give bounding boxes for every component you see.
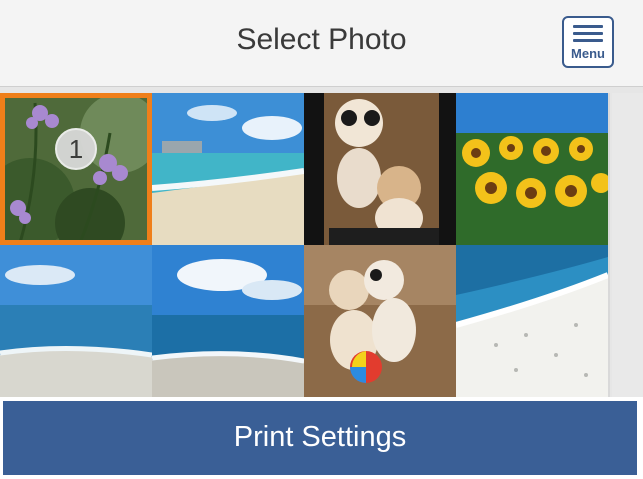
ocean-clouds-photo	[152, 245, 304, 397]
photo-thumbnail-5[interactable]	[0, 245, 152, 397]
beach-photo	[152, 93, 304, 245]
photo-thumbnail-3[interactable]	[304, 93, 456, 245]
photo-grid: 1	[0, 93, 610, 397]
hamburger-icon	[573, 25, 603, 46]
sunflower-photo	[456, 93, 608, 245]
photo-thumbnail-6[interactable]	[152, 245, 304, 397]
photo-thumbnail-7[interactable]	[304, 245, 456, 397]
sand-beach-photo	[456, 245, 608, 397]
puppies-photo	[304, 93, 456, 245]
selection-count-badge: 1	[55, 128, 97, 170]
photo-thumbnail-4[interactable]	[456, 93, 608, 245]
ocean-photo	[0, 245, 152, 397]
menu-button[interactable]: Menu	[562, 16, 614, 68]
photo-thumbnail-1[interactable]: 1	[0, 93, 152, 245]
footer-bar: Print Settings	[0, 397, 643, 479]
puppies-ball-photo	[304, 245, 456, 397]
scrollbar[interactable]	[612, 93, 643, 397]
menu-label: Menu	[571, 46, 605, 61]
photo-thumbnail-2[interactable]	[152, 93, 304, 245]
print-settings-button[interactable]: Print Settings	[3, 401, 637, 475]
page-title: Select Photo	[236, 23, 407, 56]
header-bar: Select Photo Menu	[0, 0, 643, 87]
photo-thumbnail-8[interactable]	[456, 245, 608, 397]
